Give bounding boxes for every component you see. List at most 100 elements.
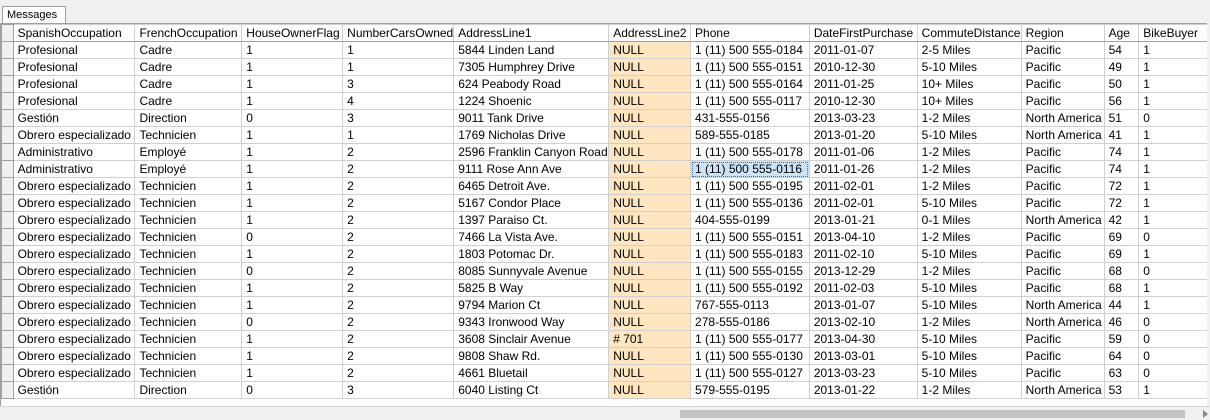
row-selector[interactable] [1, 313, 14, 331]
cell-addressline1[interactable]: 624 Peabody Road [453, 75, 610, 93]
cell-houseownerflag[interactable]: 1 [241, 347, 344, 365]
cell-spanishoccupation[interactable]: Profesional [12, 41, 136, 59]
cell-bikebuyer[interactable]: 0 [1138, 262, 1208, 280]
cell-phone[interactable]: 767-555-0113 [690, 296, 810, 314]
cell-phone[interactable]: 1 (11) 500 555-0195 [690, 177, 810, 195]
cell-bikebuyer[interactable]: 0 [1138, 313, 1208, 331]
cell-addressline2[interactable]: NULL [608, 364, 692, 382]
cell-age[interactable]: 69 [1103, 228, 1140, 246]
cell-houseownerflag[interactable]: 1 [241, 160, 344, 178]
cell-spanishoccupation[interactable]: Obrero especializado [12, 330, 136, 348]
cell-spanishoccupation[interactable]: Profesional [12, 92, 136, 110]
cell-age[interactable]: 46 [1103, 313, 1140, 331]
cell-spanishoccupation[interactable]: Obrero especializado [12, 313, 136, 331]
cell-region[interactable]: North America [1020, 313, 1105, 331]
cell-commutedistance[interactable]: 10+ Miles [916, 92, 1022, 110]
column-header-bikebuyer[interactable]: BikeBuyer [1138, 24, 1208, 42]
cell-frenchoccupation[interactable]: Technicien [134, 211, 243, 229]
cell-phone[interactable]: 278-555-0186 [690, 313, 810, 331]
table-row[interactable]: Obrero especializado Technicien 1 2 4661 Blu… [1, 364, 1208, 382]
cell-addressline2[interactable]: # 701 [608, 330, 692, 348]
cell-addressline1[interactable]: 5825 B Way [453, 279, 610, 297]
cell-bikebuyer[interactable]: 0 [1138, 347, 1208, 365]
row-selector[interactable] [1, 364, 14, 382]
cell-addressline1[interactable]: 2596 Franklin Canyon Road [453, 143, 610, 161]
cell-age[interactable]: 56 [1103, 92, 1140, 110]
cell-region[interactable]: Pacific [1020, 228, 1105, 246]
cell-houseownerflag[interactable]: 1 [241, 177, 344, 195]
cell-datefirstpurchase[interactable]: 2013-03-23 [808, 364, 918, 382]
table-row[interactable]: Obrero especializado Technicien 1 2 5825 B W… [1, 279, 1208, 297]
cell-age[interactable]: 72 [1103, 177, 1140, 195]
cell-age[interactable]: 74 [1103, 160, 1140, 178]
cell-addressline1[interactable]: 1769 Nicholas Drive [453, 126, 610, 144]
cell-datefirstpurchase[interactable]: 2013-04-30 [808, 330, 918, 348]
cell-addressline2[interactable]: NULL [608, 279, 692, 297]
cell-age[interactable]: 68 [1103, 279, 1140, 297]
cell-region[interactable]: North America [1020, 381, 1105, 399]
cell-region[interactable]: Pacific [1020, 92, 1105, 110]
cell-bikebuyer[interactable]: 1 [1138, 92, 1208, 110]
cell-frenchoccupation[interactable]: Technicien [134, 279, 243, 297]
cell-datefirstpurchase[interactable]: 2011-02-10 [808, 245, 918, 263]
cell-numbercarsowned[interactable]: 2 [342, 262, 455, 280]
cell-numbercarsowned[interactable]: 2 [342, 194, 455, 212]
cell-phone[interactable]: 1 (11) 500 555-0178 [690, 143, 810, 161]
cell-spanishoccupation[interactable]: Obrero especializado [12, 279, 136, 297]
cell-houseownerflag[interactable]: 1 [241, 245, 344, 263]
cell-spanishoccupation[interactable]: Obrero especializado [12, 364, 136, 382]
cell-frenchoccupation[interactable]: Cadre [134, 58, 243, 76]
cell-numbercarsowned[interactable]: 1 [342, 58, 455, 76]
cell-addressline2[interactable]: NULL [608, 143, 692, 161]
cell-frenchoccupation[interactable]: Technicien [134, 262, 243, 280]
cell-age[interactable]: 41 [1103, 126, 1140, 144]
horizontal-scrollbar[interactable] [0, 406, 1210, 420]
cell-commutedistance[interactable]: 5-10 Miles [916, 330, 1022, 348]
cell-houseownerflag[interactable]: 1 [241, 194, 344, 212]
cell-addressline2[interactable]: NULL [608, 41, 692, 59]
cell-commutedistance[interactable]: 0-1 Miles [916, 211, 1022, 229]
cell-region[interactable]: North America [1020, 211, 1105, 229]
cell-bikebuyer[interactable]: 1 [1138, 160, 1208, 178]
cell-region[interactable]: Pacific [1020, 330, 1105, 348]
cell-bikebuyer[interactable]: 1 [1138, 211, 1208, 229]
table-row[interactable]: Gestión Direction 0 3 9011 Tank Drive NULL 431… [1, 109, 1208, 127]
cell-addressline1[interactable]: 7466 La Vista Ave. [453, 228, 610, 246]
cell-age[interactable]: 74 [1103, 143, 1140, 161]
cell-houseownerflag[interactable]: 1 [241, 143, 344, 161]
column-header-addressline2[interactable]: AddressLine2 [608, 24, 692, 42]
cell-numbercarsowned[interactable]: 3 [342, 109, 455, 127]
table-row[interactable]: Profesional Cadre 1 3 624 Peabody Road NULL 1 … [1, 75, 1208, 93]
cell-spanishoccupation[interactable]: Obrero especializado [12, 211, 136, 229]
cell-age[interactable]: 50 [1103, 75, 1140, 93]
cell-houseownerflag[interactable]: 1 [241, 41, 344, 59]
row-selector[interactable] [1, 194, 14, 212]
cell-numbercarsowned[interactable]: 2 [342, 143, 455, 161]
cell-age[interactable]: 51 [1103, 109, 1140, 127]
cell-numbercarsowned[interactable]: 3 [342, 381, 455, 399]
cell-houseownerflag[interactable]: 0 [241, 313, 344, 331]
cell-numbercarsowned[interactable]: 2 [342, 347, 455, 365]
cell-commutedistance[interactable]: 2-5 Miles [916, 41, 1022, 59]
cell-phone[interactable]: 589-555-0185 [690, 126, 810, 144]
cell-age[interactable]: 63 [1103, 364, 1140, 382]
cell-region[interactable]: Pacific [1020, 143, 1105, 161]
row-selector[interactable] [1, 245, 14, 263]
scroll-right-arrow-icon[interactable] [1203, 410, 1208, 418]
cell-phone[interactable]: 1 (11) 500 555-0151 [690, 58, 810, 76]
cell-bikebuyer[interactable]: 1 [1138, 143, 1208, 161]
cell-addressline2[interactable]: NULL [608, 58, 692, 76]
cell-phone[interactable]: 1 (11) 500 555-0183 [690, 245, 810, 263]
table-row[interactable]: Profesional Cadre 1 1 7305 Humphrey Drive NUL… [1, 58, 1208, 76]
table-row[interactable]: Obrero especializado Technicien 0 2 8085 Sun… [1, 262, 1208, 280]
cell-frenchoccupation[interactable]: Technicien [134, 177, 243, 195]
cell-houseownerflag[interactable]: 0 [241, 381, 344, 399]
cell-datefirstpurchase[interactable]: 2013-02-10 [808, 313, 918, 331]
row-selector[interactable] [1, 41, 14, 59]
cell-commutedistance[interactable]: 1-2 Miles [916, 177, 1022, 195]
cell-spanishoccupation[interactable]: Profesional [12, 75, 136, 93]
cell-phone[interactable]: 1 (11) 500 555-0192 [690, 279, 810, 297]
cell-houseownerflag[interactable]: 0 [241, 109, 344, 127]
cell-addressline2[interactable]: NULL [608, 262, 692, 280]
cell-bikebuyer[interactable]: 0 [1138, 330, 1208, 348]
